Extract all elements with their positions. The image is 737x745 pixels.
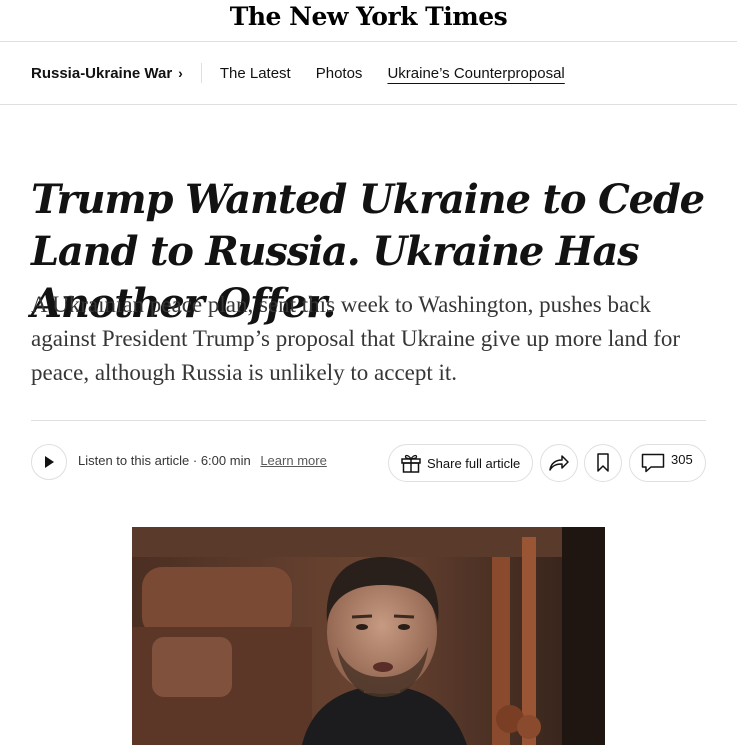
- listen-label: Listen to this article · 6:00 min: [78, 453, 251, 468]
- nav-link-counterproposal[interactable]: Ukraine’s Counterproposal: [387, 65, 564, 82]
- bookmark-icon: [597, 453, 609, 472]
- divider: [31, 420, 706, 421]
- share-full-label: Share full article: [427, 455, 521, 471]
- play-icon: [45, 456, 54, 468]
- nav-link-latest[interactable]: The Latest: [220, 65, 291, 82]
- section-link[interactable]: Russia-Ukraine War: [31, 65, 172, 82]
- share-full-article-button[interactable]: Share full article: [388, 444, 533, 482]
- nav-link-photos[interactable]: Photos: [316, 65, 363, 82]
- comments-button[interactable]: 305: [629, 444, 706, 482]
- masthead: The New York Times: [0, 0, 737, 42]
- section-nav: Russia-Ukraine War › The Latest Photos U…: [0, 42, 737, 105]
- save-button[interactable]: [584, 444, 622, 482]
- chevron-right-icon: ›: [178, 65, 183, 81]
- comment-count: 305: [671, 451, 693, 467]
- listen-info: Listen to this article · 6:00 min Learn …: [78, 453, 327, 468]
- learn-more-link[interactable]: Learn more: [260, 453, 326, 468]
- share-button[interactable]: [540, 444, 578, 482]
- comment-icon: [641, 453, 665, 473]
- nyt-logo[interactable]: The New York Times: [230, 2, 508, 31]
- article-summary: A Ukrainian peace plan, sent this week t…: [31, 292, 681, 385]
- article-photo[interactable]: [132, 527, 605, 745]
- article-toolbar: Listen to this article · 6:00 min Learn …: [31, 443, 706, 483]
- zelensky-photo-illustration: [132, 527, 605, 745]
- share-arrow-icon: [549, 455, 569, 471]
- gift-icon: [400, 453, 422, 473]
- nav-divider: [200, 63, 202, 83]
- play-button[interactable]: [31, 444, 67, 480]
